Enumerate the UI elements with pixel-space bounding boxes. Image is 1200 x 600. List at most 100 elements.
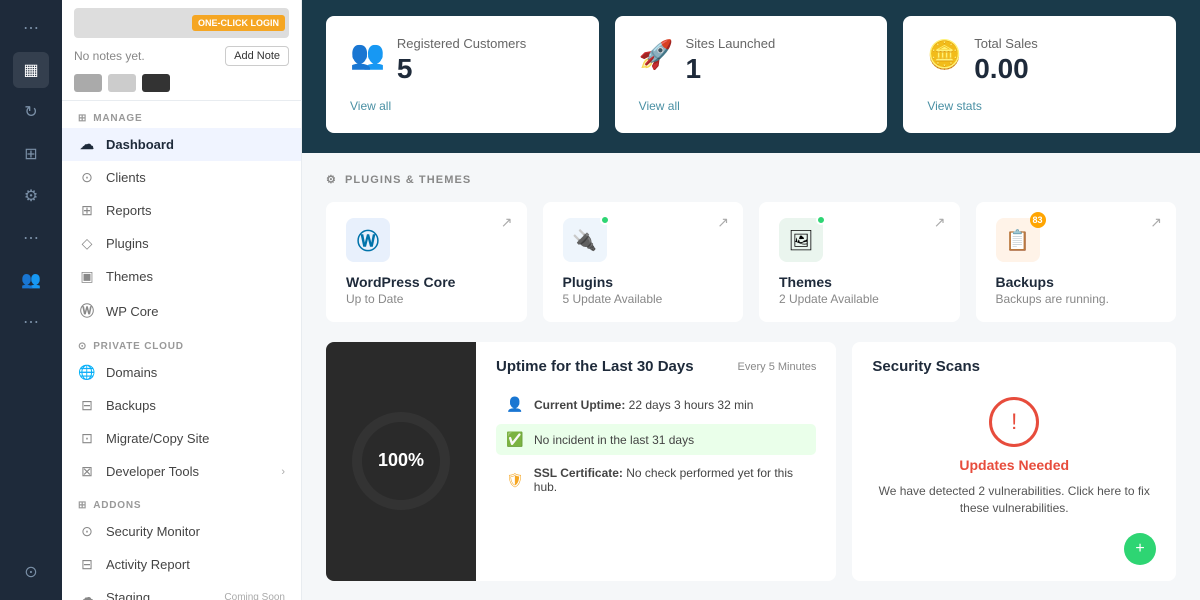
domains-icon: 🌐 [78,364,96,381]
sidebar-item-developer-tools[interactable]: ⊠ Developer Tools › [62,455,301,488]
circle-nav-icon[interactable]: ⊙ [13,554,49,590]
sites-icon: 🚀 [639,38,674,71]
more2-icon[interactable]: ⋯ [13,304,49,340]
plugins-themes-section: ⚙ PLUGINS & THEMES ↗ Ⓦ WordPress Core Up… [302,153,1200,342]
uptime-check-icon: ✅ [506,431,524,448]
registered-customers-card: 👥 Registered Customers 5 View all [326,16,599,133]
settings-nav-icon[interactable]: ⚙ [13,178,49,214]
plugins-card-sub: 5 Update Available [563,292,724,306]
staging-icon: ☁ [78,589,96,600]
plugins-card-name: Plugins [563,274,724,290]
plugins-icon-wrap: 🔌 [563,218,607,262]
private-cloud-icon: ⊙ [78,341,87,352]
color-swatch-1 [74,74,102,92]
addons-section-label: ⊞ ADDONS [62,488,301,515]
color-swatch-3 [142,74,170,92]
uptime-row-current: 👤 Current Uptime: 22 days 3 hours 32 min [496,389,816,420]
backups-card-name: Backups [996,274,1157,290]
wpcore-icon: Ⓦ [78,301,96,321]
sidebar-item-activity-report[interactable]: ⊟ Activity Report [62,548,301,581]
sites-label: Sites Launched [686,36,864,51]
wordpress-core-card[interactable]: ↗ Ⓦ WordPress Core Up to Date [326,202,527,322]
security-status: Updates Needed [959,457,1069,473]
bottom-section: 100% Uptime for the Last 30 Days Every 5… [302,342,1200,600]
manage-section-label: ⊞ MANAGE [62,101,301,128]
activity-report-icon: ⊟ [78,556,96,573]
table-nav-icon[interactable]: ⊞ [13,136,49,172]
security-title: Security Scans [872,358,1156,375]
sidebar-item-label: WP Core [106,304,159,319]
sidebar-item-staging[interactable]: ☁ Staging Coming Soon [62,581,301,600]
sales-label: Total Sales [974,36,1152,51]
security-fix-button[interactable]: + [1124,533,1156,565]
plugins-card-icon: 🔌 [572,228,597,253]
uptime-incident-text: No incident in the last 31 days [534,433,694,447]
sales-value: 0.00 [974,55,1152,83]
add-note-button[interactable]: Add Note [225,46,289,66]
addons-icon: ⊞ [78,500,87,511]
sidebar-item-label: Migrate/Copy Site [106,431,209,446]
dashboard-icon: ☁ [78,136,96,153]
sidebar-item-dashboard[interactable]: ☁ Dashboard [62,128,301,161]
themes-card-sub: 2 Update Available [779,292,940,306]
sidebar-item-plugins[interactable]: ◇ Plugins [62,227,301,260]
sidebar-item-themes[interactable]: ▣ Themes [62,260,301,293]
security-center: ! Updates Needed We have detected 2 vuln… [872,387,1156,565]
uptime-info: Uptime for the Last 30 Days Every 5 Minu… [476,342,836,581]
sidebar-item-label: Security Monitor [106,524,200,539]
grid-icon[interactable]: ⋯ [13,10,49,46]
developer-tools-icon: ⊠ [78,463,96,480]
uptime-current-text: Current Uptime: 22 days 3 hours 32 min [534,398,753,412]
total-sales-card: 🪙 Total Sales 0.00 View stats [903,16,1176,133]
wp-core-name: WordPress Core [346,274,507,290]
manage-icon: ⊞ [78,113,87,124]
migrate-icon: ⊡ [78,430,96,447]
backups-icon: ⊟ [78,397,96,414]
sidebar-item-migrate[interactable]: ⊡ Migrate/Copy Site [62,422,301,455]
group-nav-icon[interactable]: 👥 [13,262,49,298]
warning-icon: ! [989,397,1039,447]
sites-value: 1 [686,55,864,83]
dashboard-nav-icon[interactable]: ▦ [13,52,49,88]
sidebar-item-domains[interactable]: 🌐 Domains [62,356,301,389]
one-click-login-badge[interactable]: ONE-CLICK LOGIN [192,15,285,31]
themes-icon-wrap: 🖼 [779,218,823,262]
gear-icon: ⚙ [326,173,337,186]
themes-card[interactable]: ↗ 🖼 Themes 2 Update Available [759,202,960,322]
customers-view-all-link[interactable]: View all [350,99,575,113]
uptime-person-icon: 👤 [506,396,524,413]
more-icon[interactable]: ⋯ [13,220,49,256]
uptime-circle-chart: 100% [346,406,456,516]
arrow-icon[interactable]: ↗ [717,214,729,231]
svg-text:100%: 100% [378,450,424,470]
backups-card-icon: 📋 [1005,228,1030,253]
sidebar-item-label: Clients [106,170,146,185]
uptime-freq: Every 5 Minutes [738,361,817,373]
sidebar-item-reports[interactable]: ⊞ Reports [62,194,301,227]
sales-view-stats-link[interactable]: View stats [927,99,1152,113]
refresh-icon[interactable]: ↻ [13,94,49,130]
sidebar-item-backups[interactable]: ⊟ Backups [62,389,301,422]
plugins-status-dot [600,215,610,225]
plugins-card[interactable]: ↗ 🔌 Plugins 5 Update Available [543,202,744,322]
sites-view-all-link[interactable]: View all [639,99,864,113]
sidebar-item-security-monitor[interactable]: ⊙ Security Monitor [62,515,301,548]
sidebar-top: ONE-CLICK LOGIN No notes yet. Add Note [62,0,301,101]
uptime-card: 100% Uptime for the Last 30 Days Every 5… [326,342,836,581]
security-scans-card: Security Scans ! Updates Needed We have … [852,342,1176,581]
arrow-icon[interactable]: ↗ [934,214,946,231]
arrow-icon[interactable]: ↗ [1150,214,1162,231]
sidebar-item-clients[interactable]: ⊙ Clients [62,161,301,194]
icon-bar: ⋯ ▦ ↻ ⊞ ⚙ ⋯ 👥 ⋯ ⊙ [0,0,62,600]
plugins-themes-title: ⚙ PLUGINS & THEMES [326,173,1176,186]
sidebar-item-label: Reports [106,203,152,218]
sidebar-item-wpcore[interactable]: Ⓦ WP Core [62,293,301,329]
backups-badge: 83 [1030,212,1046,228]
backups-icon-wrap: 📋 83 [996,218,1040,262]
themes-icon: ▣ [78,268,96,285]
no-notes-label: No notes yet. [74,49,145,63]
arrow-icon[interactable]: ↗ [501,214,513,231]
site-preview: ONE-CLICK LOGIN [74,8,289,38]
backups-card[interactable]: ↗ 📋 83 Backups Backups are running. [976,202,1177,322]
plugin-cards: ↗ Ⓦ WordPress Core Up to Date ↗ 🔌 Plugin… [326,202,1176,322]
